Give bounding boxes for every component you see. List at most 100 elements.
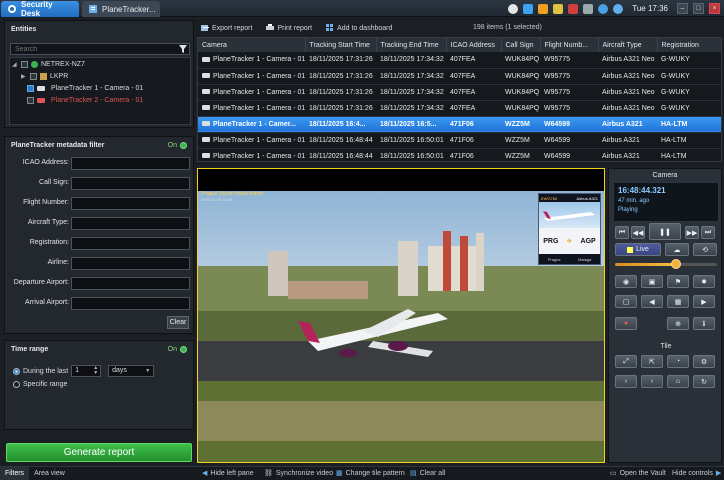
clear-all-button[interactable]: ▤ Clear all xyxy=(410,469,445,478)
tree-checkbox[interactable] xyxy=(27,85,34,92)
tile-home-button[interactable]: ⌂ xyxy=(667,375,689,388)
column-header-call-sign[interactable]: Call Sign xyxy=(501,38,541,52)
zoom-button[interactable]: ⊕ xyxy=(667,317,689,330)
next-button[interactable]: ▶ xyxy=(693,295,715,308)
generate-report-button[interactable]: Generate report xyxy=(6,443,192,462)
tree-item-camera-1[interactable]: PlaneTracker 1 - Camera - 01 xyxy=(27,85,143,92)
tab-filters[interactable]: Filters xyxy=(0,466,30,480)
tile-refresh-button[interactable]: ↻ xyxy=(693,375,715,388)
tree-item-camera-2[interactable]: PlaneTracker 2 - Camera - 01 xyxy=(27,97,143,104)
tree-item-lkpr[interactable]: ▶ LKPR xyxy=(21,73,68,80)
tile-previous-button[interactable]: ‹ xyxy=(615,375,637,388)
hide-controls-button[interactable]: Hide controls ▶ xyxy=(672,469,721,478)
ptz-button[interactable]: ▢ xyxy=(615,295,637,308)
column-header-aircraft-type[interactable]: Aircraft Type xyxy=(598,38,658,52)
user-icon[interactable] xyxy=(613,3,624,14)
column-header-start-time[interactable]: Tracking Start Time xyxy=(305,38,377,52)
settings-icon[interactable] xyxy=(508,3,519,14)
pause-button[interactable]: ❚❚ xyxy=(649,223,681,240)
expand-arrow-icon[interactable]: ▶ xyxy=(21,73,27,80)
table-row[interactable]: PlaneTracker 1 - Camera - 01 18/11/2025 1… xyxy=(198,132,721,149)
table-row[interactable]: PlaneTracker 1 - Camera - 01 18/11/2025 1… xyxy=(198,68,721,85)
call-sign-input[interactable] xyxy=(71,177,190,190)
cloud-playback-button[interactable]: ☁ xyxy=(665,243,689,256)
print-report-button[interactable]: Print report xyxy=(266,24,312,32)
table-row[interactable]: PlaneTracker 1 - Camer... 18/11/2025 16:4… xyxy=(198,116,721,133)
aircraft-type-input[interactable] xyxy=(71,217,190,230)
tab-planetracker[interactable]: PlaneTracker... xyxy=(82,1,160,17)
duration-stepper[interactable]: 1 ▲ ▼ xyxy=(71,365,102,377)
loop-button[interactable]: ⟲ xyxy=(693,243,717,256)
tree-checkbox[interactable] xyxy=(21,61,28,68)
hide-left-pane-button[interactable]: ◀ Hide left pane xyxy=(202,469,254,478)
radio-during-last[interactable] xyxy=(13,367,20,375)
radio-specific-range[interactable] xyxy=(13,381,20,388)
notification-icon[interactable] xyxy=(568,3,579,14)
speed-slider-handle[interactable] xyxy=(671,259,682,269)
table-row[interactable]: PlaneTracker 1 - Camera - 01 18/11/2025 1… xyxy=(198,84,721,101)
column-header-camera[interactable]: Camera xyxy=(198,38,306,52)
minimize-button[interactable]: – xyxy=(677,3,688,14)
table-row[interactable]: PlaneTracker 1 - Camera - 01 18/11/2025 1… xyxy=(198,100,721,117)
icao-address-input[interactable] xyxy=(71,157,190,170)
registration-input[interactable] xyxy=(71,237,190,250)
synchronize-video-button[interactable]: ⛓ Synchronize video xyxy=(264,469,333,478)
departure-airport-input[interactable] xyxy=(71,277,190,290)
airline-input[interactable] xyxy=(71,257,190,270)
collapse-arrow-icon[interactable]: ◢ xyxy=(12,61,18,68)
video-tile[interactable]: Prague Václav Havel Airport 2025-11-18 1… xyxy=(197,168,605,463)
search-input[interactable] xyxy=(10,43,190,55)
column-header-icao[interactable]: ICAO Address xyxy=(446,38,502,52)
key-icon[interactable] xyxy=(553,3,564,14)
column-header-flight-number[interactable]: Flight Numb... xyxy=(540,38,599,52)
network-icon[interactable] xyxy=(598,3,609,14)
change-tile-pattern-button[interactable]: ▦ Change tile pattern xyxy=(336,469,405,478)
flight-number-input[interactable] xyxy=(71,197,190,210)
close-button[interactable]: × xyxy=(709,3,720,14)
monitor-icon[interactable] xyxy=(523,3,534,14)
speed-slider[interactable] xyxy=(615,263,717,266)
record-button[interactable]: ◉ xyxy=(615,275,637,288)
tree-checkbox[interactable] xyxy=(30,73,37,80)
duration-unit-select[interactable]: days ▼ xyxy=(108,365,155,377)
previous-button[interactable]: ◀ xyxy=(641,295,663,308)
skip-forward-button[interactable]: ⏭ xyxy=(701,226,715,239)
alarm-icon[interactable] xyxy=(538,3,549,14)
table-row[interactable]: PlaneTracker 1 - Camera - 01 18/11/2025 1… xyxy=(198,52,721,69)
skip-back-button[interactable]: ⏮ xyxy=(615,226,629,239)
maximize-button[interactable]: □ xyxy=(693,3,704,14)
tree-item-netrex[interactable]: ◢ NETREX-NZ7 xyxy=(12,61,85,68)
metadata-filter-toggle[interactable]: On xyxy=(168,142,187,149)
fullscreen-button[interactable]: ⤢ xyxy=(615,355,637,368)
fast-forward-button[interactable]: ▶▶ xyxy=(685,226,699,239)
filter-icon[interactable] xyxy=(179,45,187,53)
time-range-toggle[interactable]: On xyxy=(168,346,187,353)
alarm-button[interactable]: ✹ xyxy=(693,275,715,288)
column-header-end-time[interactable]: Tracking End Time xyxy=(376,38,447,52)
tab-security-desk[interactable]: Security Desk xyxy=(1,0,79,18)
open-vault-button[interactable]: ▭ Open the Vault xyxy=(610,469,666,478)
specific-range-option[interactable]: Specific range xyxy=(13,381,67,388)
rewind-button[interactable]: ◀◀ xyxy=(631,226,645,239)
tile-next-button[interactable]: › xyxy=(641,375,663,388)
add-to-dashboard-button[interactable]: Add to dashboard xyxy=(326,24,392,32)
report-table[interactable]: Camera Tracking Start Time Tracking End … xyxy=(197,37,722,162)
pop-out-button[interactable]: ⇱ xyxy=(641,355,663,368)
live-button[interactable]: Live xyxy=(615,243,661,256)
microphone-button[interactable]: ● xyxy=(615,317,637,330)
volume-icon[interactable] xyxy=(583,3,594,14)
info-button[interactable]: ℹ xyxy=(693,317,715,330)
clear-button[interactable]: Clear xyxy=(167,316,189,329)
table-row[interactable]: PlaneTracker 1 - Camera - 01 18/11/2025 1… xyxy=(198,148,721,161)
tile-camera-button[interactable]: ◔ xyxy=(667,355,689,368)
during-last-option[interactable]: During the last 1 ▲ ▼ days ▼ xyxy=(13,365,155,377)
tile-menu-button[interactable]: ▦ xyxy=(667,295,689,308)
stepper-arrows-icon[interactable]: ▲ ▼ xyxy=(93,366,98,376)
bookmark-button[interactable]: ⚑ xyxy=(667,275,689,288)
tree-checkbox[interactable] xyxy=(27,97,34,104)
arrival-airport-input[interactable] xyxy=(71,297,190,310)
tab-area-view[interactable]: Area view xyxy=(29,467,70,480)
column-header-registration[interactable]: Registration xyxy=(657,38,721,52)
tile-settings-button[interactable]: ⚙ xyxy=(693,355,715,368)
snapshot-button[interactable]: ▣ xyxy=(641,275,663,288)
